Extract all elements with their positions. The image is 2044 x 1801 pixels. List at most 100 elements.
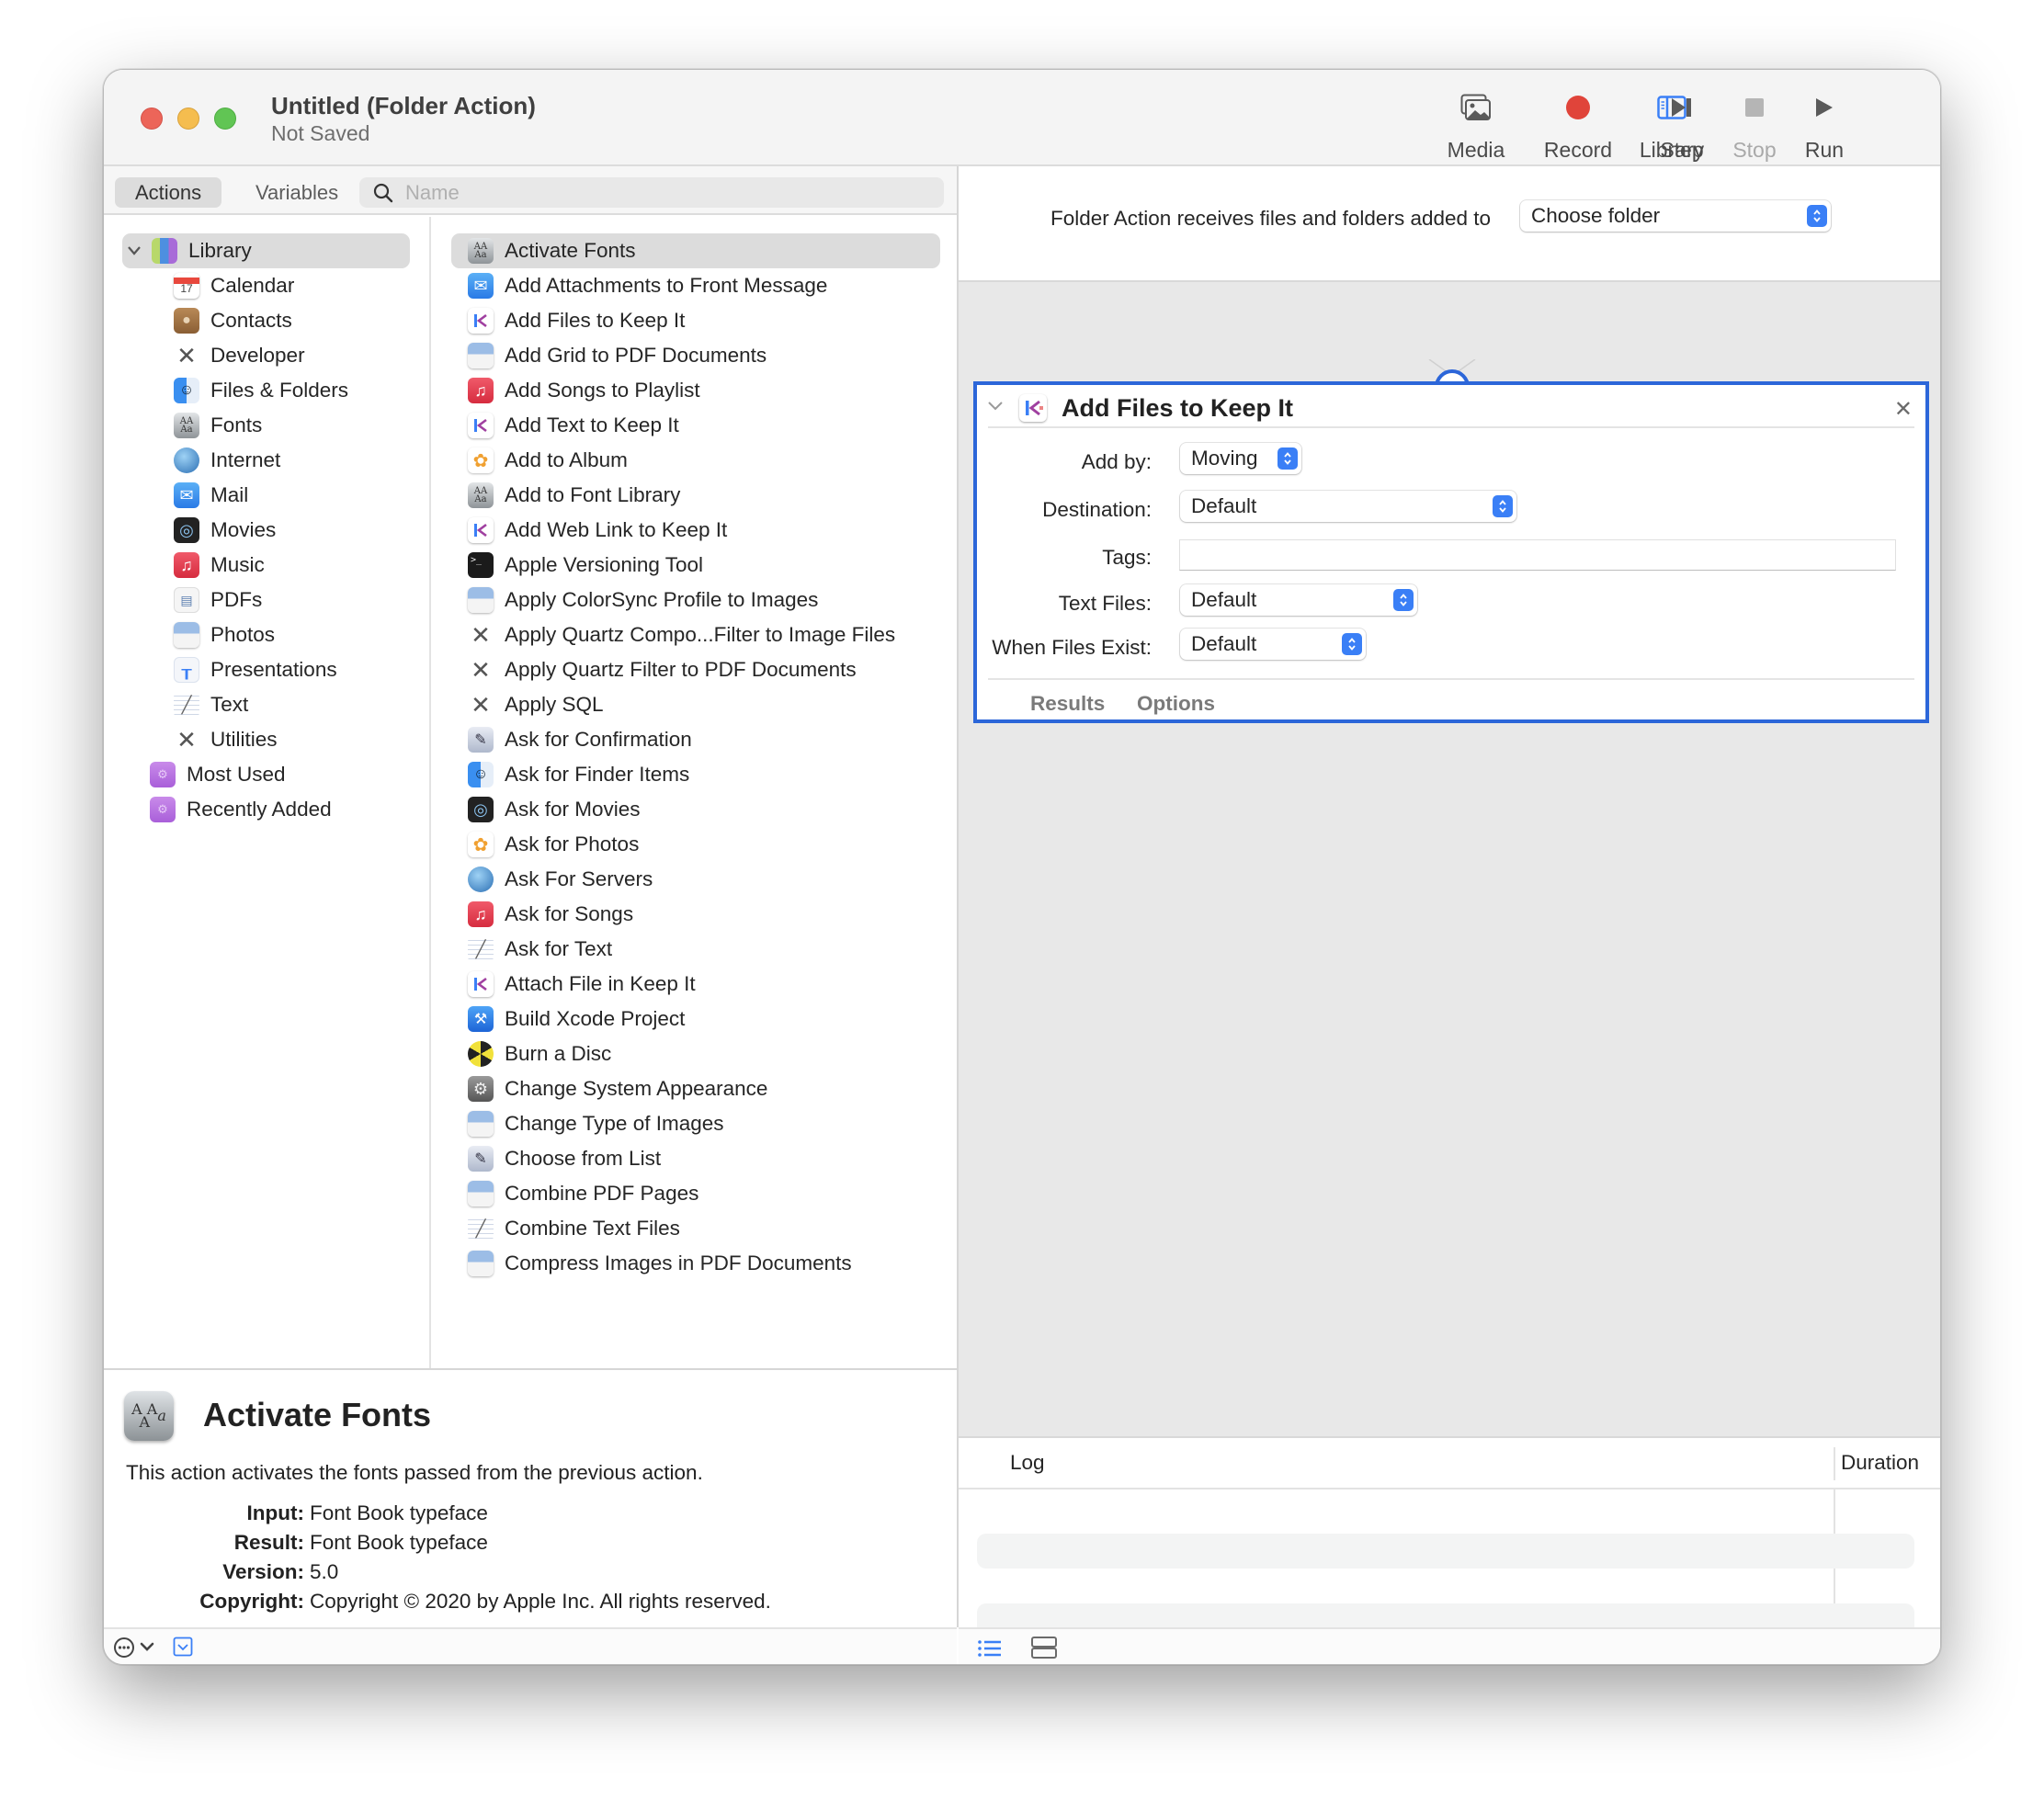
sidebar-item-contacts[interactable]: ● Contacts [174,303,292,338]
popup-stepper-icon [1393,589,1414,611]
keep-it-icon [468,971,494,997]
action-list-item[interactable]: ✕ Apply Quartz Filter to PDF Documents [451,652,940,687]
action-list-item[interactable]: Compress Images in PDF Documents [451,1246,940,1281]
action-list-item[interactable]: ⚒ Build Xcode Project [451,1002,940,1036]
action-list-item[interactable]: Add Web Link to Keep It [451,513,940,548]
action-label: Add Attachments to Front Message [505,274,828,297]
zoom-window-button[interactable] [214,108,236,130]
collapse-chevron-icon[interactable] [986,400,1005,417]
action-list-item[interactable]: Apply ColorSync Profile to Images [451,583,940,617]
sidebar-item-recently-added[interactable]: ⚙ Recently Added [150,792,332,827]
media-icon [1460,90,1492,125]
toggle-description-icon[interactable] [173,1637,193,1661]
destination-popup[interactable]: Default [1180,491,1516,522]
action-list-item[interactable]: AA Aa Add to Font Library [451,478,940,513]
action-list-item[interactable]: Combine PDF Pages [451,1176,940,1211]
sidebar-item-most-used[interactable]: ⚙ Most Used [150,757,286,792]
show-variables-icon[interactable] [1030,1636,1058,1664]
action-list-item[interactable]: ✕ Apply SQL [451,687,940,722]
destination-label: Destination: [1042,498,1152,521]
sidebar-item-utilities[interactable]: ✕ Utilities [174,722,277,757]
text-files-popup[interactable]: Default [1180,584,1417,616]
column-divider[interactable] [1834,1447,1835,1480]
tags-input[interactable] [1179,539,1896,571]
tab-actions[interactable]: Actions [115,177,222,208]
action-label: Add Text to Keep It [505,413,679,436]
log-column-header[interactable]: Log [1010,1451,1045,1475]
action-list-item[interactable]: ♫ Add Songs to Playlist [451,373,940,408]
automator-icon: ✎ [468,1146,494,1172]
action-list-item[interactable]: ✎ Ask for Confirmation [451,722,940,757]
tab-variables[interactable]: Variables [235,177,358,208]
sidebar-item-label: Mail [210,483,249,506]
action-list-item[interactable]: ◎ Ask for Movies [451,792,940,827]
action-list-item[interactable]: Add Files to Keep It [451,303,940,338]
action-list-item[interactable]: >_ Apple Versioning Tool [451,548,940,583]
action-list-item[interactable]: Add Text to Keep It [451,408,940,443]
sidebar-item-label: Most Used [187,763,286,786]
description-field-label: Copyright: [199,1590,304,1613]
log-row-stripe [977,1534,1914,1569]
record-label: Record [1543,138,1613,162]
sidebar-item-fonts[interactable]: AA Aa Fonts [174,408,262,443]
action-list-item[interactable]: ♫ Ask for Songs [451,897,940,932]
run-button[interactable]: Run [1778,90,1870,163]
action-list-item[interactable]: ╱ Combine Text Files [451,1211,940,1246]
results-tab[interactable]: Results [1030,692,1105,716]
sidebar-item-pdfs[interactable]: ▤ PDFs [174,583,262,617]
sidebar-item-mail[interactable]: ✉ Mail [174,478,248,513]
sidebar-item-music[interactable]: ♫ Music [174,548,265,583]
action-list-item[interactable]: Change Type of Images [451,1106,940,1141]
options-tab[interactable]: Options [1137,692,1215,716]
sidebar-item-library[interactable]: Library [122,233,410,268]
sidebar-item-developer[interactable]: ✕ Developer [174,338,304,373]
action-list-item[interactable]: Add Grid to PDF Documents [451,338,940,373]
action-list-item[interactable]: Attach File in Keep It [451,967,940,1002]
description-field-label: Version: [222,1560,304,1583]
action-label: Add to Album [505,448,628,471]
action-list-item[interactable]: ✎ Choose from List [451,1141,940,1176]
close-window-button[interactable] [141,108,163,130]
more-options-icon[interactable] [113,1637,135,1663]
action-list-item[interactable]: AA Aa Activate Fonts [451,233,940,268]
search-field[interactable] [359,177,944,208]
action-list-item[interactable]: ✿ Ask for Photos [451,827,940,862]
font-book-icon: A AA a [124,1391,174,1441]
action-list-item[interactable]: ✉ Add Attachments to Front Message [451,268,940,303]
chevron-down-icon[interactable] [139,1638,155,1659]
action-list-item[interactable]: ✕ Apply Quartz Compo...Filter to Image Fi… [451,617,940,652]
description-field-label: Input: [246,1501,304,1524]
globe-icon [468,867,494,892]
sidebar-item-presentations[interactable]: ┰ Presentations [174,652,337,687]
sidebar-item-text[interactable]: ╱ Text [174,687,248,722]
add-by-popup[interactable]: Moving [1180,443,1301,474]
step-button[interactable]: Step [1636,90,1728,163]
sidebar-item-internet[interactable]: Internet [174,443,280,478]
duration-column-header[interactable]: Duration [1841,1451,1919,1475]
description-field: Version: 5.0 [126,1557,771,1587]
library-books-icon [152,238,177,264]
when-files-exist-popup[interactable]: Default [1180,629,1366,660]
sidebar-item-photos[interactable]: Photos [174,617,275,652]
disclosure-chevron-icon[interactable] [122,239,146,263]
remove-action-button[interactable]: ✕ [1894,396,1913,423]
action-label: Add Songs to Playlist [505,379,700,402]
media-button[interactable]: Media [1430,90,1522,163]
terminal-icon: >_ [468,552,494,578]
minimize-window-button[interactable] [177,108,199,130]
choose-folder-popup[interactable]: Choose folder [1520,200,1831,232]
sidebar-item-files-folders[interactable]: ☺ Files & Folders [174,373,348,408]
action-list-item[interactable]: ✿ Add to Album [451,443,940,478]
action-list-item[interactable]: Burn a Disc [451,1036,940,1071]
action-list-item[interactable]: ☺ Ask for Finder Items [451,757,940,792]
action-list-item[interactable]: ⚙ Change System Appearance [451,1071,940,1106]
action-list-item[interactable]: ╱ Ask for Text [451,932,940,967]
sidebar-item-calendar[interactable]: 17 Calendar [174,268,294,303]
sidebar-item-movies[interactable]: ◎ Movies [174,513,276,548]
stop-label: Stop [1732,138,1777,162]
record-button[interactable]: Record [1532,90,1624,163]
action-list-item[interactable]: Ask For Servers [451,862,940,897]
search-input[interactable] [405,177,920,208]
show-log-icon[interactable] [977,1637,1003,1664]
action-card[interactable]: Add Files to Keep It ✕ Add by: Moving De… [973,381,1929,723]
